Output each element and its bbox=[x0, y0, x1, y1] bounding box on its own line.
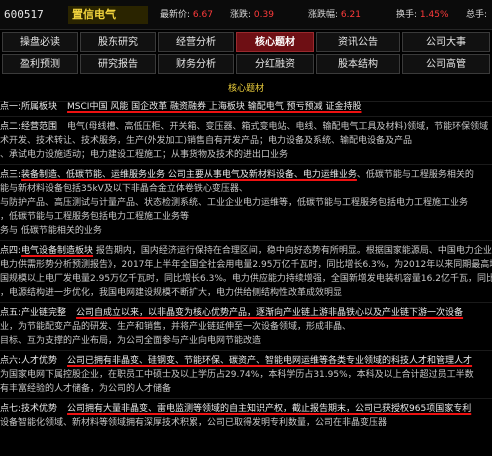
row-divider bbox=[0, 240, 492, 241]
tab-research-reports[interactable]: 研究报告 bbox=[80, 54, 156, 74]
theme-row: 设备智能化领域、新材料等领域拥有深厚技术积累，公司已取得发明专利数量，公司在非晶… bbox=[0, 416, 492, 430]
tab-business-analysis[interactable]: 经营分析 bbox=[158, 32, 234, 52]
row-heading: 点一:所属板块 bbox=[0, 102, 58, 112]
row-heading: 点二:经营范围 bbox=[0, 122, 58, 132]
row-highlight: 公司拥有大量非晶变、雷电监测等领域的自主知识产权，截止报告期末，公司已获授权96… bbox=[67, 404, 472, 414]
row-divider bbox=[0, 116, 492, 117]
tab-shareholder-research[interactable]: 股东研究 bbox=[80, 32, 156, 52]
row-text: 设备智能化领域、新材料等领域拥有深厚技术积累，公司已取得发明专利数量，公司在非晶… bbox=[0, 418, 388, 428]
theme-row: 电力供需形势分析预测报告》，2017年上半年全国全社会用电量2.95万亿千瓦时，… bbox=[0, 258, 492, 272]
pct-value: 6.21 bbox=[340, 10, 361, 20]
theme-row: 、承试电力设施适动；电力建设工程施工；从事货物及技术的进出口业务 bbox=[0, 148, 492, 162]
theme-row: 点七:技术优势 公司拥有大量非晶变、雷电监测等领域的自主知识产权，截止报告期末，公… bbox=[0, 402, 492, 416]
row-text: 能与新材料设备包括35kV及以下非晶合金立体卷铁心变压器、 bbox=[0, 184, 248, 194]
theme-row: 点一:所属板块 MSCI中国 风能 国企改革 融资融券 上海板块 输配电气 预亏预… bbox=[0, 100, 492, 114]
theme-row: 点四:电气设备制造板块 报告期内，国内经济运行保持在合理区间，稳中向好态势有所明… bbox=[0, 244, 492, 258]
row-heading: 点三: bbox=[0, 170, 22, 180]
theme-row: 与防护产品、高压测试与计量产品、状态检测系统、工业企业电力运维等，低碳节能与工程… bbox=[0, 196, 492, 210]
change-field: 涨跌: 0.39 bbox=[230, 9, 300, 21]
row-highlight: 公司已拥有非晶变、硅钢变、节能环保、碳资产、智能电网运维等各类专业领域的科技人才… bbox=[67, 356, 473, 366]
row-highlight: 电气设备制造板块 bbox=[21, 246, 94, 256]
quote-header: 600517 置信电气 最新价: 6.67 涨跌: 0.39 涨跌幅: 6.21… bbox=[0, 0, 492, 30]
theme-row: 能与新材料设备包括35kV及以下非晶合金立体卷铁心变压器、 bbox=[0, 182, 492, 196]
row-text: ，电源结构进一步优化，我国电网建设规模不断扩大，电力供给侧结构性改革成效明显 bbox=[0, 288, 343, 298]
price-field: 最新价: 6.67 bbox=[160, 9, 222, 21]
price-label: 最新价: bbox=[160, 10, 191, 20]
theme-row: 为国家电网下属控股企业，在职员工中硕士及以上学历占29.74%，本科学历占31.… bbox=[0, 368, 492, 382]
row-text: 电气(母线槽、高低压柜、开关箱、变压器、箱式变电站、电线、输配电气工具及材料)领… bbox=[67, 122, 489, 132]
row-heading: 点四: bbox=[0, 246, 22, 256]
tab-share-structure[interactable]: 股本结构 bbox=[316, 54, 400, 74]
row-text: 务与 低碳节能相关的业务 bbox=[0, 226, 102, 236]
price-value: 6.67 bbox=[192, 10, 213, 20]
stock-name[interactable]: 置信电气 bbox=[68, 6, 148, 24]
tab-operation-must-read[interactable]: 操盘必读 bbox=[2, 32, 78, 52]
stock-code: 600517 bbox=[4, 8, 44, 21]
f10-tab-bar: 操盘必读 股东研究 经营分析 核心题材 资讯公告 公司大事 盈利预测 研究报告 … bbox=[0, 30, 492, 78]
panel-title: 核心题材 bbox=[227, 84, 264, 94]
row-divider bbox=[0, 164, 492, 165]
turnover-field: 换手: 1.45% bbox=[396, 9, 462, 21]
row-divider bbox=[0, 398, 492, 399]
core-theme-panel: 核心题材 点一:所属板块 MSCI中国 风能 国企改革 融资融券 上海板块 输配电… bbox=[0, 80, 492, 456]
theme-row: 点五:产业链完整 公司自成立以来，以非晶变为核心优势产品，逐渐向产业链上游非晶铁心… bbox=[0, 306, 492, 320]
pct-label: 涨跌幅: bbox=[308, 10, 339, 20]
row-text: 为国家电网下属控股企业，在职员工中硕士及以上学历占29.74%，本科学历占31.… bbox=[0, 370, 474, 380]
row-divider bbox=[0, 302, 492, 303]
row-highlight: MSCI中国 风能 国企改革 融资融券 上海板块 输配电气 预亏预减 证金持股 bbox=[67, 102, 362, 112]
row-text: 国规模以上电厂发电量2.95万亿千瓦时，同比增长6.3%。电力供应能力持续增强，… bbox=[0, 274, 492, 284]
tab-earnings-forecast[interactable]: 盈利预测 bbox=[2, 54, 78, 74]
tab-dividends-financing[interactable]: 分红融资 bbox=[236, 54, 314, 74]
row-text: 、低碳节能与工程服务相关的 bbox=[356, 170, 474, 180]
theme-row: 点三:装备制造、低碳节能、运维服务业务 公司主要从事电气及新材料设备、电力运维业… bbox=[0, 168, 492, 182]
row-text: 报告期内，国内经济运行保持在合理区间，稳中向好态势有所明显。根据国家能源局、中国… bbox=[93, 246, 492, 256]
total-field: 总手: bbox=[466, 9, 492, 21]
theme-row: 业，为节能配变产品的研发、生产和销售，并将产业链延伸至一次设备领域，形成非晶、 bbox=[0, 320, 492, 334]
theme-row: 目标、互为支撑的产业布局，为公司全面参与产业向电网节能改造 bbox=[0, 334, 492, 348]
theme-row: 点六:人才优势 公司已拥有非晶变、硅钢变、节能环保、碳资产、智能电网运维等各类专业… bbox=[0, 354, 492, 368]
turnover-label: 换手: bbox=[396, 10, 418, 20]
change-value: 0.39 bbox=[253, 10, 274, 20]
row-text: 有丰富经验的人才储备，为公司的人才储备 bbox=[0, 384, 172, 394]
tab-core-theme[interactable]: 核心题材 bbox=[236, 32, 314, 52]
theme-row: 国规模以上电厂发电量2.95万亿千瓦时，同比增长6.3%。电力供应能力持续增强，… bbox=[0, 272, 492, 286]
pct-field: 涨跌幅: 6.21 bbox=[308, 9, 386, 21]
theme-row: 术开发、技术转让、技术服务，生产(外发加工)销售自有开发产品；电力设备及系统、输… bbox=[0, 134, 492, 148]
total-label: 总手: bbox=[466, 10, 488, 20]
row-text: 术开发、技术转让、技术服务，生产(外发加工)销售自有开发产品；电力设备及系统、输… bbox=[0, 136, 413, 146]
row-text: 电力供需形势分析预测报告》，2017年上半年全国全社会用电量2.95万亿千瓦时，… bbox=[0, 260, 492, 270]
row-heading: 点七:技术优势 bbox=[0, 404, 58, 414]
row-text: 业，为节能配变产品的研发、生产和销售，并将产业链延伸至一次设备领域，形成非晶、 bbox=[0, 322, 352, 332]
theme-row: 务与 低碳节能相关的业务 bbox=[0, 224, 492, 238]
tab-company-events[interactable]: 公司大事 bbox=[402, 32, 490, 52]
change-label: 涨跌: bbox=[230, 10, 252, 20]
row-text: 目标、互为支撑的产业布局，为公司全面参与产业向电网节能改造 bbox=[0, 336, 262, 346]
row-text: ，低碳节能与工程服务包括电力工程施工业务等 bbox=[0, 212, 190, 222]
row-text: 与防护产品、高压测试与计量产品、状态检测系统、工业企业电力运维等，低碳节能与工程… bbox=[0, 198, 469, 208]
tab-executives[interactable]: 公司高管 bbox=[402, 54, 490, 74]
row-heading: 点五:产业链完整 bbox=[0, 308, 67, 318]
row-divider bbox=[0, 350, 492, 351]
theme-row: 有丰富经验的人才储备，为公司的人才储备 bbox=[0, 382, 492, 396]
theme-row: ，电源结构进一步优化，我国电网建设规模不断扩大，电力供给侧结构性改革成效明显 bbox=[0, 286, 492, 300]
theme-row: 点二:经营范围 电气(母线槽、高低压柜、开关箱、变压器、箱式变电站、电线、输配电气… bbox=[0, 120, 492, 134]
row-heading: 点六:人才优势 bbox=[0, 356, 58, 366]
theme-row: ，低碳节能与工程服务包括电力工程施工业务等 bbox=[0, 210, 492, 224]
turnover-value: 1.45% bbox=[419, 10, 449, 20]
row-highlight: 公司自成立以来，以非晶变为核心优势产品，逐渐向产业链上游非晶铁心以及产业链下游一… bbox=[76, 308, 464, 318]
row-text: 、承试电力设施适动；电力建设工程施工；从事货物及技术的进出口业务 bbox=[0, 150, 289, 160]
tab-financial-analysis[interactable]: 财务分析 bbox=[158, 54, 234, 74]
row-highlight: 装备制造、低碳节能、运维服务业务 公司主要从事电气及新材料设备、电力运维业务 bbox=[21, 170, 357, 180]
tab-news-announcements[interactable]: 资讯公告 bbox=[316, 32, 400, 52]
